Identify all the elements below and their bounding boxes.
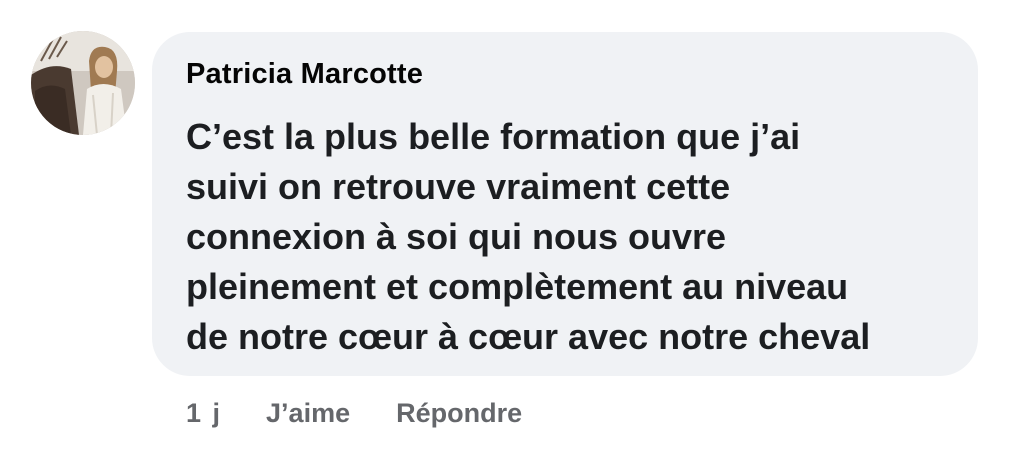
comment-text: C’est la plus belle formation que j’ai s… bbox=[186, 112, 966, 362]
comment-text-line: C’est la plus belle formation que j’ai bbox=[186, 116, 801, 157]
comment-text-line: de notre cœur à cœur avec notre cheval bbox=[186, 316, 871, 357]
comment-text-line: pleinement et complètement au niveau bbox=[186, 266, 849, 307]
like-button[interactable]: J’aime bbox=[266, 398, 350, 429]
comment-actions: 1 j J’aime Répondre bbox=[186, 393, 522, 433]
comment: Patricia Marcotte C’est la plus belle fo… bbox=[0, 0, 1024, 467]
comment-text-line: connexion à soi qui nous ouvre bbox=[186, 216, 727, 257]
reply-button[interactable]: Répondre bbox=[396, 398, 522, 429]
comment-text-line: suivi on retrouve vraiment cette bbox=[186, 166, 731, 207]
comment-bubble: Patricia Marcotte C’est la plus belle fo… bbox=[152, 32, 978, 376]
profile-photo-icon bbox=[31, 31, 135, 135]
author-name[interactable]: Patricia Marcotte bbox=[186, 58, 423, 91]
avatar[interactable] bbox=[31, 31, 135, 135]
timestamp[interactable]: 1 j bbox=[186, 398, 222, 429]
